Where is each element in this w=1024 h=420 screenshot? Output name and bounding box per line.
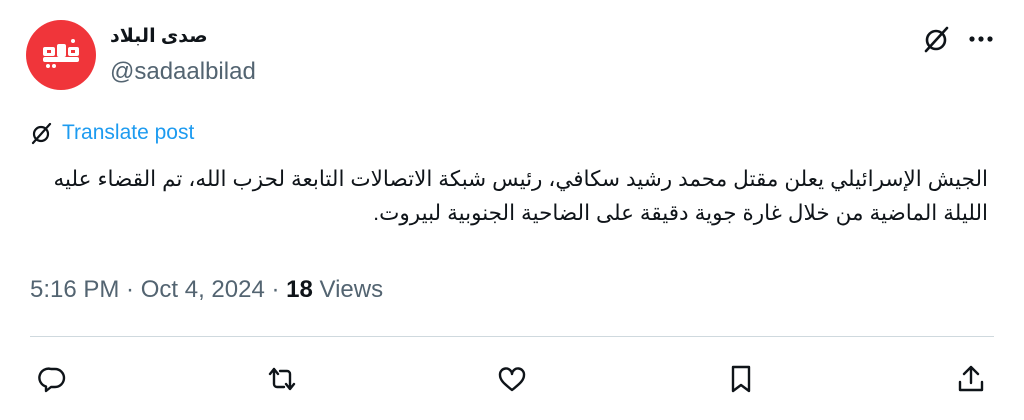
action-bar	[0, 355, 1024, 403]
translate-post-link[interactable]: Translate post	[30, 120, 194, 146]
reply-icon[interactable]	[37, 363, 69, 395]
translate-post-label: Translate post	[62, 121, 195, 144]
bookmark-icon[interactable]	[725, 363, 757, 395]
author-display-name[interactable]: صدى البلاد	[110, 24, 208, 50]
tweet-text: الجيش الإسرائيلي يعلن مقتل محمد رشيد سكا…	[53, 167, 988, 225]
avatar[interactable]	[26, 20, 96, 90]
grok-icon[interactable]	[922, 24, 952, 54]
more-icon[interactable]	[963, 24, 999, 54]
grok-translate-icon	[31, 122, 52, 145]
avatar-logo-icon	[43, 39, 79, 68]
views-count: 18	[286, 276, 313, 303]
repost-icon[interactable]	[266, 363, 298, 395]
divider	[30, 336, 994, 337]
author-handle[interactable]: @sadaalbilad	[110, 58, 256, 86]
like-icon[interactable]	[496, 363, 528, 395]
tweet-date[interactable]: Oct 4, 2024	[141, 276, 265, 303]
tweet-time[interactable]: 5:16 PM	[30, 276, 119, 303]
views-label: Views	[319, 276, 384, 303]
meta-separator: ·	[119, 276, 141, 303]
meta-separator: ·	[264, 276, 287, 303]
tweet-meta: 5:16 PM · Oct 4, 2024 · 18 Views	[30, 276, 383, 304]
share-icon[interactable]	[955, 363, 987, 395]
